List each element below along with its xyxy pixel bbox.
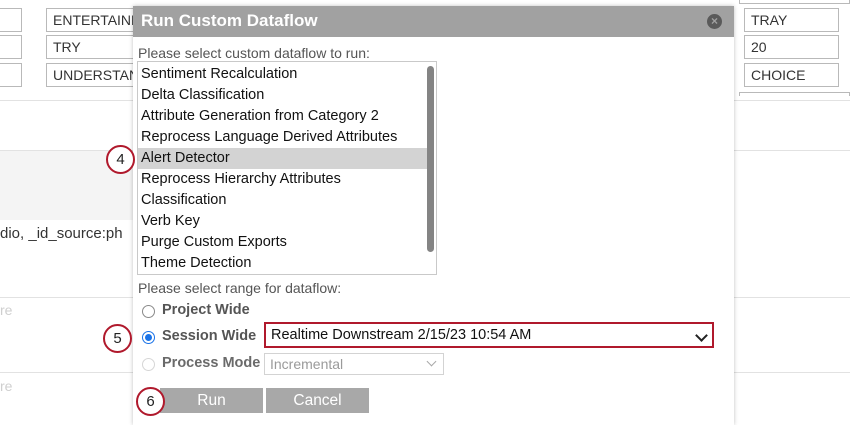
run-button[interactable]: Run <box>160 388 263 413</box>
run-custom-dataflow-dialog: Run Custom Dataflow × Please select cust… <box>133 6 734 425</box>
cancel-button[interactable]: Cancel <box>266 388 369 413</box>
list-item[interactable]: Attribute Generation from Category 2 <box>138 106 428 127</box>
list-item[interactable]: Theme Detection <box>138 253 428 274</box>
bg-cell: TRY <box>46 35 136 59</box>
chevron-down-icon <box>426 356 437 367</box>
bg-cell <box>0 8 22 32</box>
dataflow-listbox[interactable]: Sentiment Recalculation Delta Classifica… <box>137 61 437 275</box>
chevron-down-icon <box>695 329 708 342</box>
dataflow-list: Sentiment Recalculation Delta Classifica… <box>138 64 428 274</box>
dialog-titlebar[interactable]: Run Custom Dataflow × <box>133 6 734 37</box>
project-wide-label[interactable]: Project Wide <box>162 302 250 318</box>
project-wide-radio[interactable] <box>142 305 155 318</box>
process-mode-label[interactable]: Process Mode <box>162 355 260 371</box>
list-item[interactable]: Delta Classification <box>138 85 428 106</box>
range-select-label: Please select range for dataflow: <box>138 280 342 296</box>
step-marker-5: 5 <box>103 324 132 353</box>
process-mode-select[interactable]: Incremental <box>264 353 444 375</box>
process-mode-value: Incremental <box>270 356 344 372</box>
dialog-title: Run Custom Dataflow <box>141 11 318 30</box>
list-item[interactable]: Reprocess Language Derived Attributes <box>138 127 428 148</box>
session-wide-label[interactable]: Session Wide <box>162 328 256 344</box>
list-item[interactable]: Reprocess Hierarchy Attributes <box>138 169 428 190</box>
step-marker-4: 4 <box>106 145 135 174</box>
bg-cell <box>739 0 850 4</box>
session-wide-radio[interactable] <box>142 331 155 344</box>
bg-cell: UNDERSTAN <box>46 63 136 87</box>
bg-source-text: dio, _id_source:ph <box>0 225 123 242</box>
dataflow-select-label: Please select custom dataflow to run: <box>138 45 370 61</box>
bg-cell: 20 <box>744 35 839 59</box>
bg-cell: CHOICE <box>744 63 839 87</box>
list-item[interactable]: Classification <box>138 190 428 211</box>
list-item-selected[interactable]: Alert Detector <box>138 148 428 169</box>
bg-faint-text: re <box>0 378 13 394</box>
list-item[interactable]: Verb Key <box>138 211 428 232</box>
list-item[interactable]: Sentiment Recalculation <box>138 64 428 85</box>
close-icon[interactable]: × <box>707 14 722 29</box>
list-scrollbar-thumb[interactable] <box>427 66 434 252</box>
session-select-value: Realtime Downstream 2/15/23 10:54 AM <box>271 327 532 343</box>
bg-cell: ENTERTAINM <box>46 8 136 32</box>
bg-faint-text: re <box>0 302 13 318</box>
bg-cell <box>0 35 22 59</box>
bg-cell: TRAY <box>744 8 839 32</box>
session-select[interactable]: Realtime Downstream 2/15/23 10:54 AM <box>264 322 714 348</box>
bg-cell <box>0 63 22 87</box>
step-marker-6: 6 <box>136 387 165 416</box>
process-mode-radio[interactable] <box>142 358 155 371</box>
bg-cell <box>739 92 850 96</box>
list-item[interactable]: Purge Custom Exports <box>138 232 428 253</box>
